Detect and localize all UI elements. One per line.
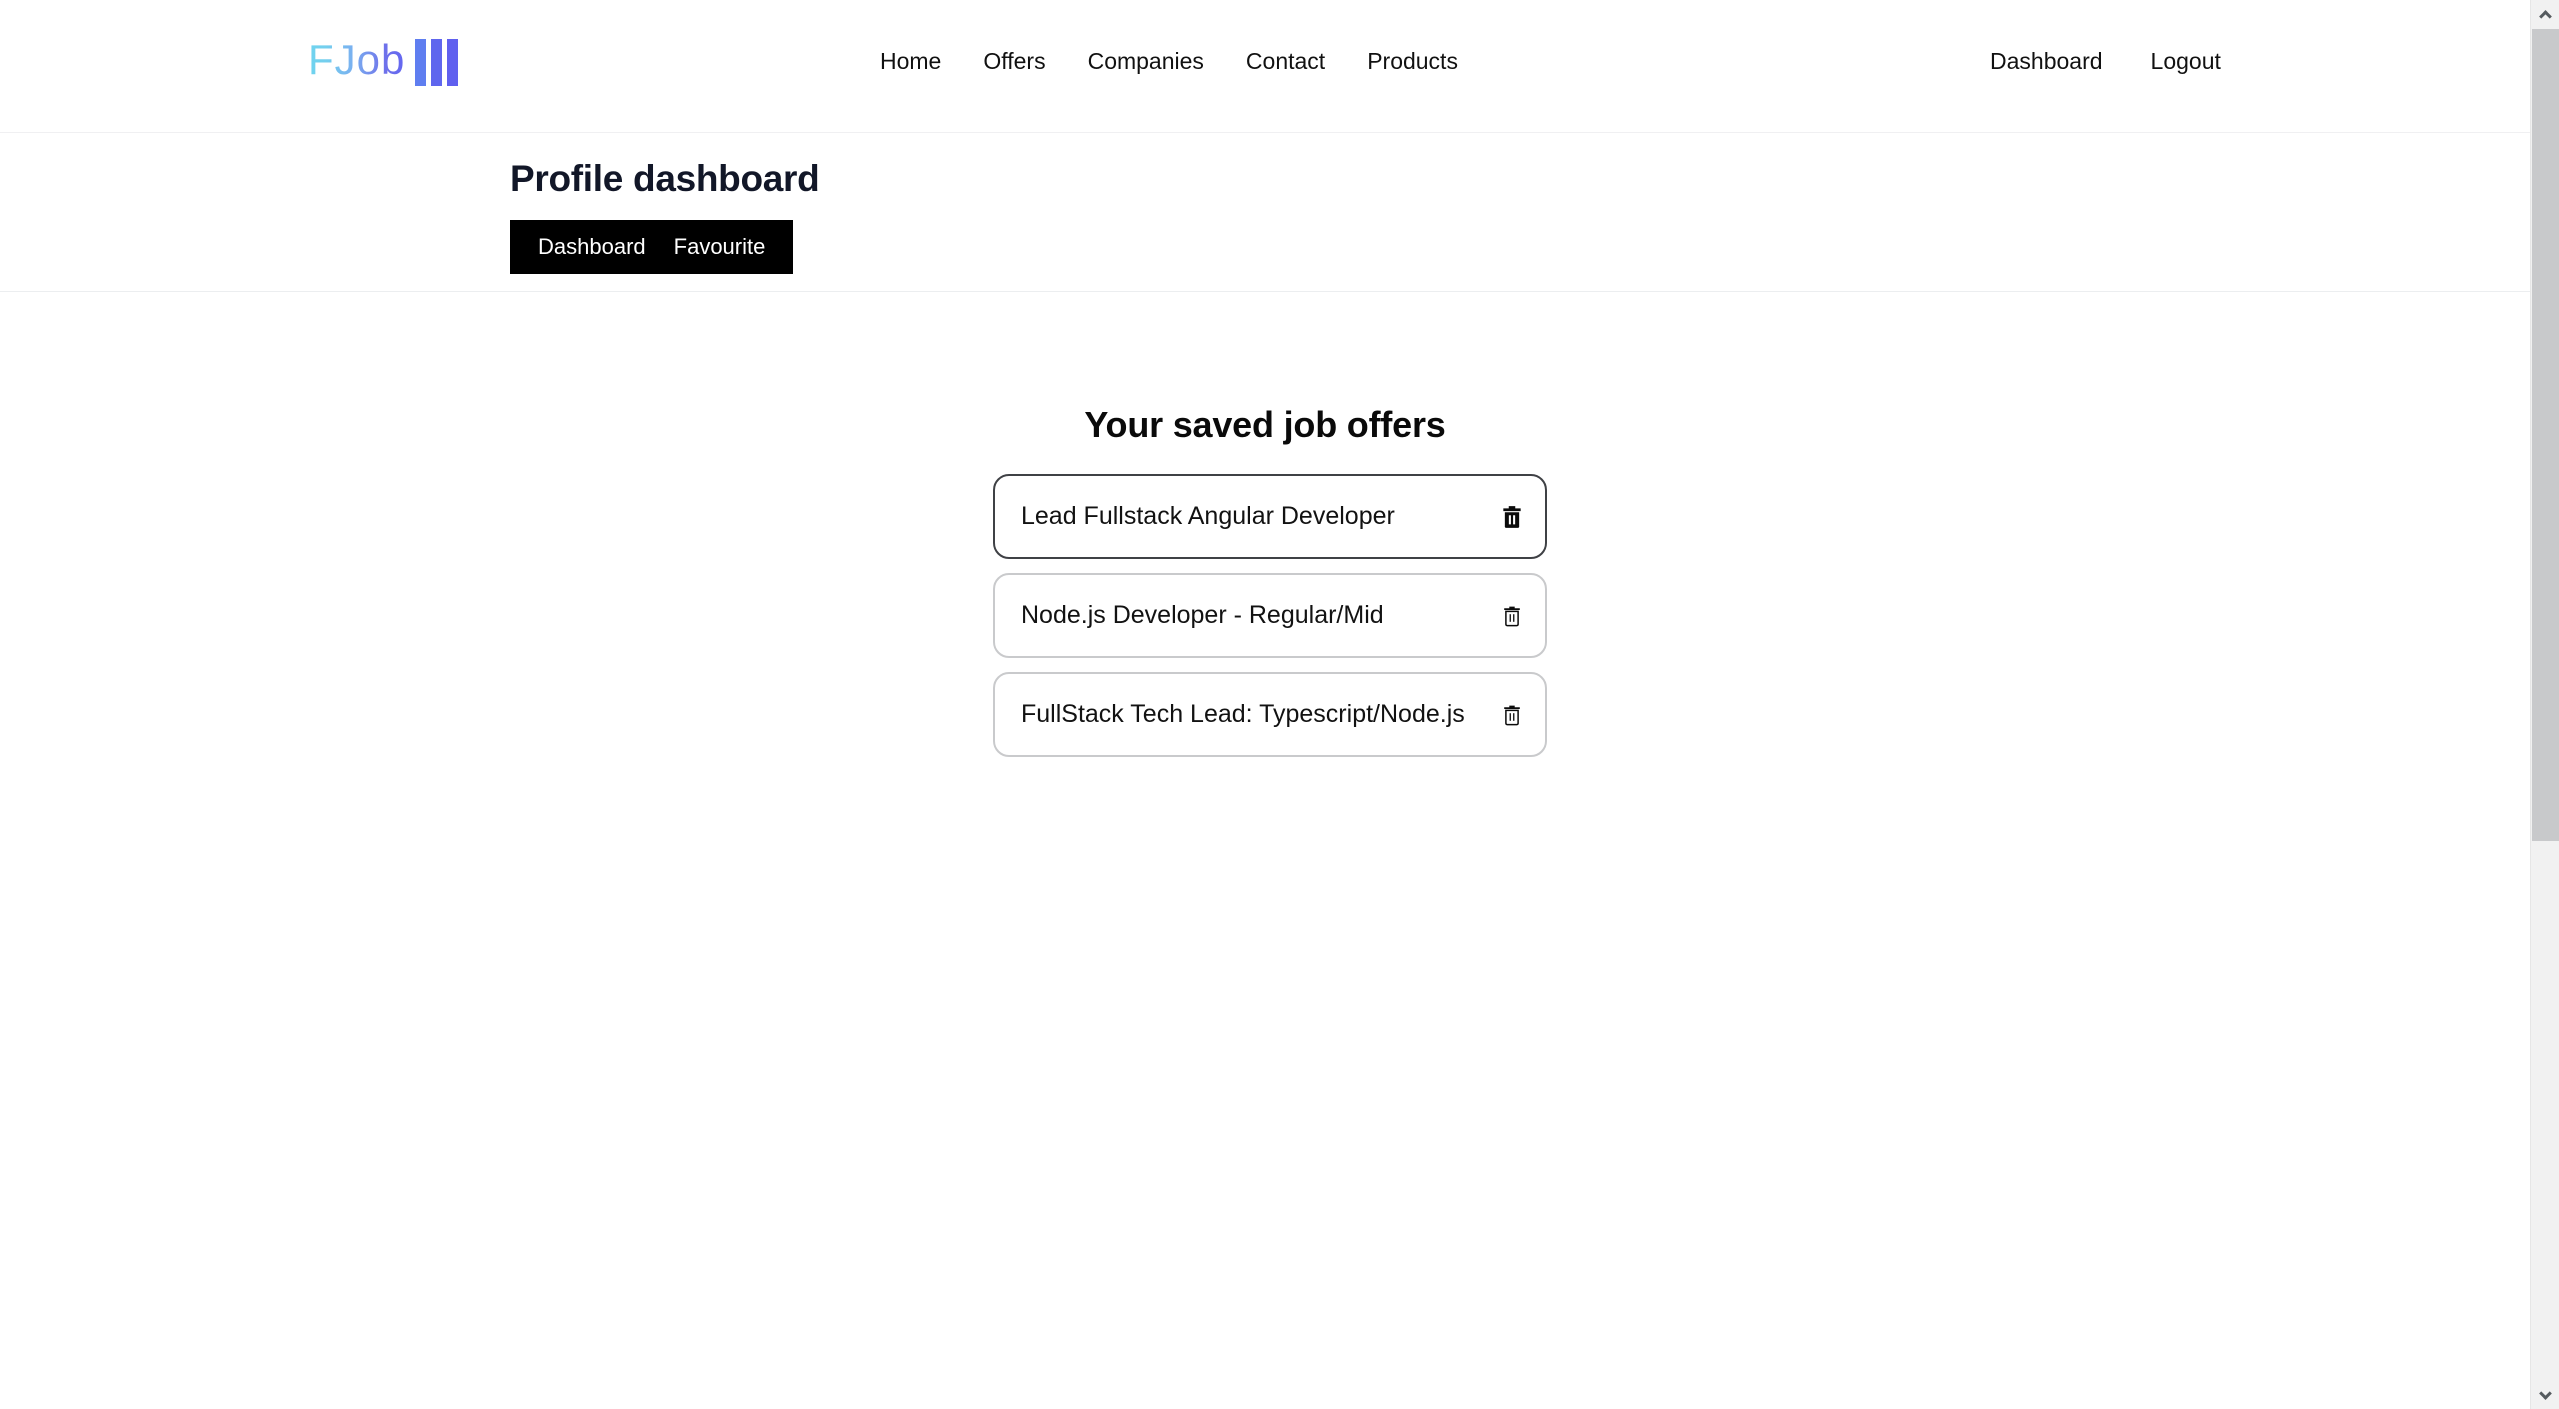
saved-offer-card[interactable]: Lead Fullstack Angular Developer	[993, 474, 1547, 559]
top-navigation-bar: FJob Home Offers Companies Contact Produ…	[0, 0, 2530, 133]
nav-link-offers[interactable]: Offers	[983, 50, 1045, 73]
offer-title: FullStack Tech Lead: Typescript/Node.js	[1021, 700, 1465, 728]
delete-offer-button[interactable]	[1495, 698, 1529, 732]
page-scrollbar[interactable]	[2530, 0, 2559, 1409]
page-title: Profile dashboard	[510, 158, 820, 199]
nav-link-contact[interactable]: Contact	[1246, 50, 1325, 73]
chevron-up-icon	[2539, 9, 2552, 23]
nav-link-dashboard[interactable]: Dashboard	[1990, 50, 2103, 73]
profile-tabbar: Dashboard Favourite	[510, 220, 794, 274]
nav-link-companies[interactable]: Companies	[1088, 50, 1204, 73]
logo-bars-icon	[415, 38, 459, 86]
tab-dashboard[interactable]: Dashboard	[524, 236, 660, 258]
trash-icon	[1504, 606, 1520, 626]
brand-logo[interactable]: FJob	[308, 36, 459, 88]
scroll-down-button[interactable]	[2531, 1380, 2559, 1409]
app-root: FJob Home Offers Companies Contact Produ…	[0, 0, 2559, 1409]
offer-title: Lead Fullstack Angular Developer	[1021, 502, 1395, 530]
section-title: Your saved job offers	[1084, 404, 1446, 445]
chevron-down-icon	[2539, 1386, 2552, 1400]
user-nav-links: Dashboard Logout	[1990, 50, 2221, 73]
saved-offer-card[interactable]: Node.js Developer - Regular/Mid	[993, 573, 1547, 658]
tab-favourite[interactable]: Favourite	[660, 236, 780, 258]
primary-nav-links: Home Offers Companies Contact Products	[880, 50, 1458, 73]
trash-icon	[1504, 705, 1520, 725]
scrollbar-thumb[interactable]	[2532, 29, 2559, 841]
profile-subheader: Profile dashboard Dashboard Favourite	[0, 133, 2530, 292]
nav-link-home[interactable]: Home	[880, 50, 941, 73]
delete-offer-button[interactable]	[1495, 500, 1529, 534]
offer-title: Node.js Developer - Regular/Mid	[1021, 601, 1384, 629]
nav-link-logout[interactable]: Logout	[2151, 50, 2221, 73]
saved-offers-list: Lead Fullstack Angular Developer Node.js…	[993, 474, 1547, 757]
scroll-up-button[interactable]	[2531, 0, 2559, 29]
main-content: Your saved job offers Lead Fullstack Ang…	[0, 292, 2530, 1409]
saved-offer-card[interactable]: FullStack Tech Lead: Typescript/Node.js	[993, 672, 1547, 757]
trash-icon	[1503, 505, 1521, 528]
brand-name: FJob	[308, 36, 406, 83]
delete-offer-button[interactable]	[1495, 599, 1529, 633]
nav-link-products[interactable]: Products	[1367, 50, 1458, 73]
